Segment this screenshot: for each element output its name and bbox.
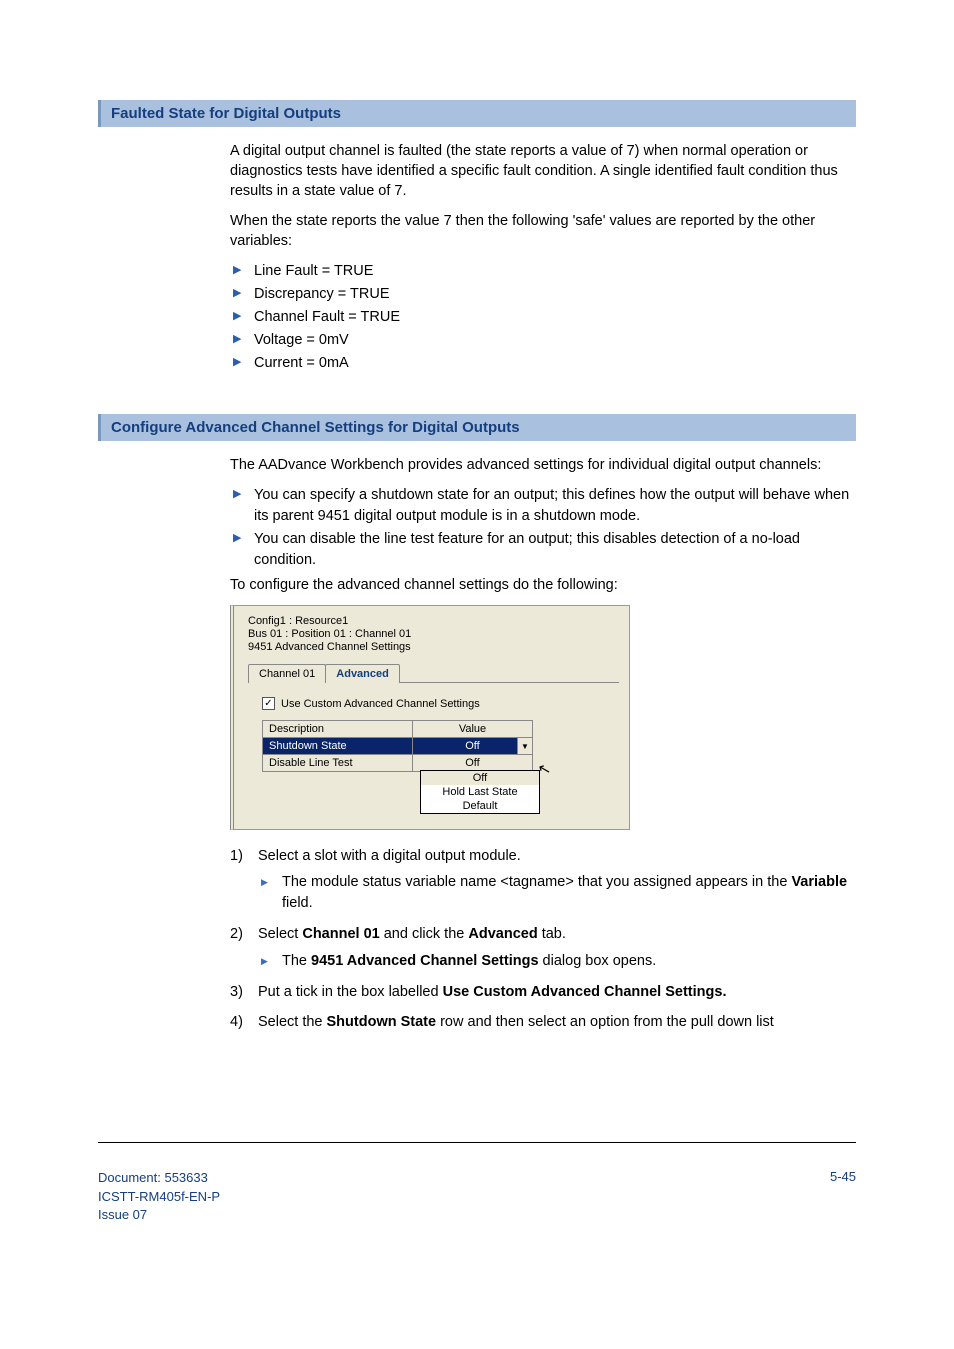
text-run: Select bbox=[258, 926, 302, 942]
list-item: You can disable the line test feature fo… bbox=[230, 529, 856, 571]
table-row-disable-line-test[interactable]: Disable Line Test Off bbox=[263, 755, 533, 772]
cell-value-text: Off bbox=[465, 740, 479, 752]
col-header-value: Value bbox=[413, 721, 533, 738]
text-bold: 9451 Advanced Channel Settings bbox=[311, 953, 539, 969]
text-bold: Shutdown State bbox=[327, 1014, 437, 1030]
step-3: Put a tick in the box labelled Use Custo… bbox=[230, 982, 856, 1002]
footer-ref: ICSTT-RM405f-EN-P bbox=[98, 1188, 220, 1206]
text-run: dialog box opens. bbox=[539, 953, 657, 969]
substep: The 9451 Advanced Channel Settings dialo… bbox=[258, 951, 856, 972]
text-run: Put a tick in the box labelled bbox=[258, 984, 443, 1000]
tab-channel01[interactable]: Channel 01 bbox=[248, 664, 326, 683]
cell-value[interactable]: Off bbox=[413, 755, 533, 772]
tab-bar: Channel 01 Advanced bbox=[248, 663, 619, 682]
list-item: Line Fault = TRUE bbox=[230, 261, 856, 282]
text-run: Select the bbox=[258, 1014, 327, 1030]
col-header-description: Description bbox=[263, 721, 413, 738]
cell-value[interactable]: Off ▼ bbox=[413, 738, 533, 755]
paragraph: To configure the advanced channel settin… bbox=[230, 575, 856, 595]
tab-advanced[interactable]: Advanced bbox=[325, 664, 400, 683]
page-footer: Document: 553633 ICSTT-RM405f-EN-P Issue… bbox=[98, 1142, 856, 1224]
bullet-list: You can specify a shutdown state for an … bbox=[230, 485, 856, 571]
list-item: Channel Fault = TRUE bbox=[230, 307, 856, 328]
settings-table: Description Value Shutdown State Off ▼ bbox=[262, 720, 533, 772]
paragraph: A digital output channel is faulted (the… bbox=[230, 141, 856, 201]
procedure-steps: Select a slot with a digital output modu… bbox=[230, 846, 856, 1032]
cell-desc: Disable Line Test bbox=[263, 755, 413, 772]
dialog-path-line: Config1 : Resource1 bbox=[248, 615, 619, 627]
section2-body: The AADvance Workbench provides advanced… bbox=[230, 455, 856, 1032]
text-run: The bbox=[282, 953, 311, 969]
list-item: Current = 0mA bbox=[230, 353, 856, 374]
dropdown-button-icon[interactable]: ▼ bbox=[517, 738, 532, 754]
section-heading-faulted-state: Faulted State for Digital Outputs bbox=[98, 100, 856, 127]
cell-desc: Shutdown State bbox=[263, 738, 413, 755]
text-run: tab. bbox=[538, 926, 566, 942]
section1-body: A digital output channel is faulted (the… bbox=[230, 141, 856, 374]
text-bold: Use Custom Advanced Channel Settings. bbox=[443, 984, 727, 1000]
paragraph: When the state reports the value 7 then … bbox=[230, 211, 856, 251]
text-run: and click the bbox=[380, 926, 469, 942]
dropdown-option[interactable]: Hold Last State bbox=[421, 785, 539, 799]
paragraph: The AADvance Workbench provides advanced… bbox=[230, 455, 856, 475]
footer-issue: Issue 07 bbox=[98, 1206, 220, 1224]
step-text: Select a slot with a digital output modu… bbox=[258, 848, 521, 864]
bullet-list: Line Fault = TRUE Discrepancy = TRUE Cha… bbox=[230, 261, 856, 374]
text-bold: Advanced bbox=[468, 926, 537, 942]
checkbox-label: Use Custom Advanced Channel Settings bbox=[281, 698, 480, 710]
section-heading-configure-advanced: Configure Advanced Channel Settings for … bbox=[98, 414, 856, 441]
step-1: Select a slot with a digital output modu… bbox=[230, 846, 856, 914]
dialog-screenshot: Config1 : Resource1 Bus 01 : Position 01… bbox=[230, 605, 630, 830]
list-item: You can specify a shutdown state for an … bbox=[230, 485, 856, 527]
step-2: Select Channel 01 and click the Advanced… bbox=[230, 924, 856, 971]
text-run: The module status variable name <tagname… bbox=[282, 874, 791, 890]
substep: The module status variable name <tagname… bbox=[258, 872, 856, 914]
footer-page-number: 5-45 bbox=[830, 1169, 856, 1224]
text-bold: Channel 01 bbox=[302, 926, 379, 942]
text-run: field. bbox=[282, 895, 313, 911]
dropdown-option[interactable]: Default bbox=[421, 799, 539, 813]
dialog-path-line: Bus 01 : Position 01 : Channel 01 bbox=[248, 628, 619, 640]
checkbox-use-custom[interactable]: ✓ bbox=[262, 697, 275, 710]
list-item: Discrepancy = TRUE bbox=[230, 284, 856, 305]
table-row-shutdown-state[interactable]: Shutdown State Off ▼ bbox=[263, 738, 533, 755]
dropdown-option[interactable]: Off bbox=[421, 771, 539, 785]
footer-document: Document: 553633 bbox=[98, 1169, 220, 1187]
dropdown-list[interactable]: Off Hold Last State Default bbox=[420, 770, 540, 814]
dialog-path-line: 9451 Advanced Channel Settings bbox=[248, 641, 619, 653]
dialog-title-block: Config1 : Resource1 Bus 01 : Position 01… bbox=[248, 615, 619, 653]
step-4: Select the Shutdown State row and then s… bbox=[230, 1012, 856, 1032]
list-item: Voltage = 0mV bbox=[230, 330, 856, 351]
text-run: row and then select an option from the p… bbox=[436, 1014, 774, 1030]
text-bold: Variable bbox=[791, 874, 847, 890]
